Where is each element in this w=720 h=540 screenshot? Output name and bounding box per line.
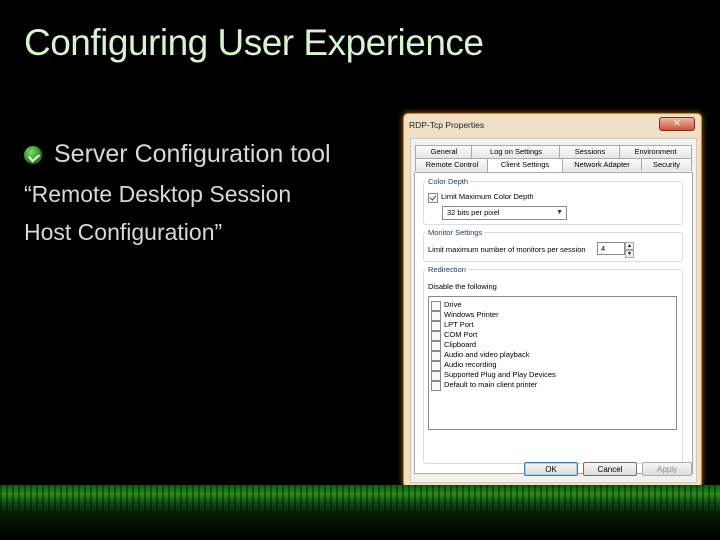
list-item-label: Clipboard: [444, 340, 477, 349]
windows-printer-checkbox[interactable]: [431, 311, 441, 321]
audio-video-checkbox[interactable]: [431, 351, 441, 361]
dialog-body: General Log on Settings Sessions Environ…: [410, 138, 697, 483]
list-item-label: Supported Plug and Play Devices: [444, 370, 556, 379]
slide-title: Configuring User Experience: [24, 22, 484, 63]
tab-log-on-settings[interactable]: Log on Settings: [471, 145, 561, 158]
list-item-label: Audio recording: [444, 360, 497, 369]
tab-general[interactable]: General: [415, 145, 473, 158]
cancel-button[interactable]: Cancel: [583, 462, 637, 476]
drive-checkbox[interactable]: [431, 301, 441, 311]
bullet-item: Server Configuration tool: [24, 140, 331, 169]
monitor-settings-label: Monitor Settings: [426, 228, 485, 237]
max-monitors-input[interactable]: 4: [597, 242, 625, 255]
list-item-label: LPT Port: [444, 320, 474, 329]
client-settings-panel: Color Depth Limit Maximum Color Depth 32…: [414, 172, 693, 474]
audio-recording-checkbox[interactable]: [431, 361, 441, 371]
close-button[interactable]: ✕: [659, 117, 695, 131]
color-depth-label: Color Depth: [426, 177, 471, 186]
tab-network-adapter[interactable]: Network Adapter: [561, 158, 643, 171]
close-icon: ✕: [673, 118, 681, 128]
color-depth-select[interactable]: 32 bits per pixel ▼: [442, 206, 567, 220]
tab-client-settings[interactable]: Client Settings: [487, 158, 563, 172]
bullet-text: Server Configuration tool: [54, 140, 331, 168]
tab-environment[interactable]: Environment: [619, 145, 692, 158]
redirection-label: Redirection: [426, 265, 468, 274]
lpt-port-checkbox[interactable]: [431, 321, 441, 331]
disable-following-label: Disable the following: [428, 282, 497, 291]
color-depth-value: 32 bits per pixel: [447, 208, 500, 217]
limit-color-depth-label: Limit Maximum Color Depth: [441, 192, 534, 201]
decorative-green-band: [0, 485, 720, 511]
chevron-down-icon: ▼: [556, 209, 563, 216]
ok-button[interactable]: OK: [524, 462, 578, 476]
list-item-label: Default to main client printer: [444, 380, 538, 389]
com-port-checkbox[interactable]: [431, 331, 441, 341]
spin-up-icon[interactable]: ▲: [625, 242, 634, 250]
tab-security[interactable]: Security: [641, 158, 692, 171]
spin-down-icon[interactable]: ▼: [625, 250, 634, 258]
decorative-dark-band: [0, 511, 720, 540]
quote-line-2: Host Configuration”: [24, 219, 223, 245]
list-item-label: Windows Printer: [444, 310, 499, 319]
max-monitors-stepper[interactable]: ▲ ▼: [625, 242, 634, 258]
tab-remote-control[interactable]: Remote Control: [415, 158, 489, 171]
limit-color-depth-checkbox[interactable]: [428, 193, 438, 203]
list-item-label: COM Port: [444, 330, 478, 339]
dialog-title: RDP-Tcp Properties: [409, 120, 485, 130]
redirection-listbox[interactable]: Drive Windows Printer LPT Port COM Port …: [428, 296, 677, 430]
list-item-label: Audio and video playback: [444, 350, 530, 359]
checkmark-bullet-icon: [24, 145, 42, 164]
list-item-label: Drive: [444, 300, 462, 309]
rdp-tcp-properties-dialog: RDP-Tcp Properties ✕ General Log on Sett…: [403, 113, 702, 488]
max-monitors-label: Limit maximum number of monitors per ses…: [428, 245, 586, 254]
clipboard-checkbox[interactable]: [431, 341, 441, 351]
default-printer-checkbox[interactable]: [431, 381, 441, 391]
tab-sessions[interactable]: Sessions: [559, 145, 621, 158]
pnp-devices-checkbox[interactable]: [431, 371, 441, 381]
apply-button[interactable]: Apply: [642, 462, 692, 476]
quote-line-1: “Remote Desktop Session: [24, 181, 292, 207]
